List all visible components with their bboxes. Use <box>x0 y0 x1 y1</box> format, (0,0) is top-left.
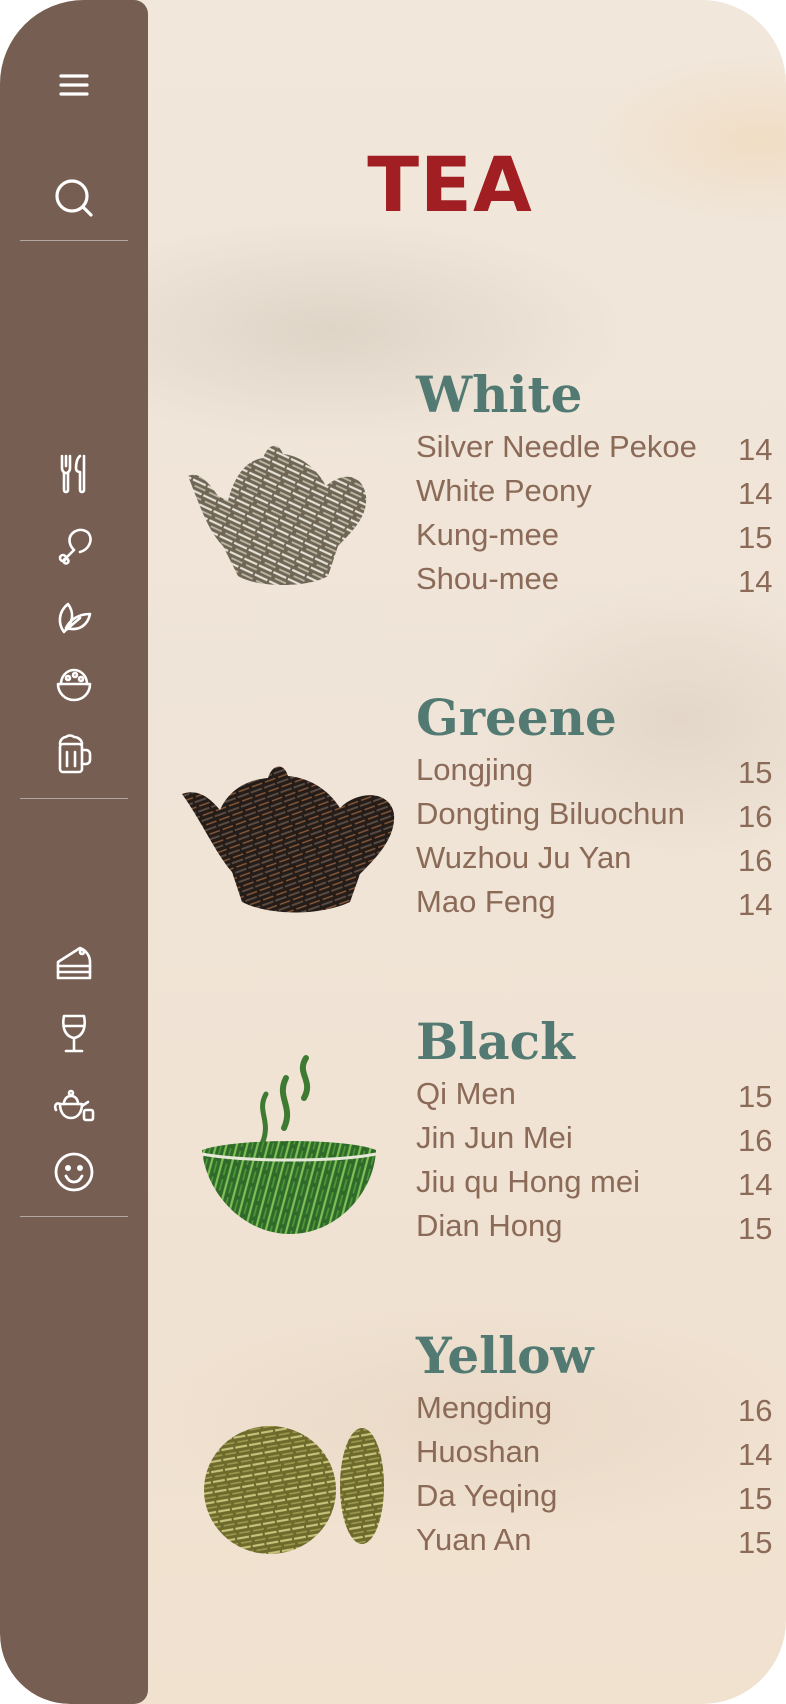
section-heading: Black <box>416 1012 575 1071</box>
menu-item[interactable]: Yuan An 15 <box>416 1518 786 1562</box>
menu-section-yellow: Yellow Mengding 16 Huoshan 14 Da Yeqing 15 … <box>416 1326 786 1562</box>
item-price: 15 <box>738 1481 773 1516</box>
item-name: Jin Jun Mei <box>416 1120 573 1155</box>
menu-item[interactable]: Qi Men 15 <box>416 1072 786 1116</box>
menu-item[interactable]: Dian Hong 15 <box>416 1204 786 1248</box>
rice-bowl-icon[interactable] <box>44 656 104 712</box>
item-name: Mao Feng <box>416 884 556 919</box>
menu-item[interactable]: Jiu qu Hong mei 14 <box>416 1160 786 1204</box>
item-price: 16 <box>738 1393 773 1428</box>
menu-item[interactable]: Longjing 15 <box>416 748 786 792</box>
item-price: 14 <box>738 564 773 599</box>
item-name: Wuzhou Ju Yan <box>416 840 632 875</box>
item-price: 14 <box>738 432 773 467</box>
item-name: Yuan An <box>416 1522 532 1557</box>
item-name: Dongting Biluochun <box>416 796 685 831</box>
app-screen: TEA White Silver Needle Pekoe 14 White P… <box>0 0 786 1704</box>
sidebar-divider <box>20 798 128 799</box>
beer-mug-icon[interactable] <box>44 726 104 782</box>
item-name: Shou-mee <box>416 561 560 596</box>
search-icon[interactable] <box>44 170 104 226</box>
menu-item[interactable]: Shou-mee 14 <box>416 557 786 601</box>
item-name: Jiu qu Hong mei <box>416 1164 641 1199</box>
item-name: White Peony <box>416 473 592 508</box>
item-name: Longjing <box>416 752 534 787</box>
sidebar-divider <box>20 240 128 241</box>
item-price: 15 <box>738 520 773 555</box>
cake-icon[interactable] <box>44 934 104 990</box>
menu-item[interactable]: Mao Feng 14 <box>416 880 786 924</box>
menu-item[interactable]: Kung-mee 15 <box>416 513 786 557</box>
green-tea-teapot-image <box>182 766 395 913</box>
menu-item[interactable]: Wuzhou Ju Yan 16 <box>416 836 786 880</box>
item-name: Da Yeqing <box>416 1478 558 1513</box>
section-heading: Greene <box>416 688 617 747</box>
sidebar <box>0 0 148 1704</box>
item-price: 16 <box>738 843 773 878</box>
teapot-icon[interactable] <box>44 1076 104 1132</box>
item-name: Kung-mee <box>416 517 560 552</box>
item-price: 15 <box>738 1079 773 1114</box>
menu-icon[interactable] <box>44 58 104 114</box>
menu-item[interactable]: Huoshan 14 <box>416 1430 786 1474</box>
leaf-icon[interactable] <box>44 586 104 642</box>
item-price: 16 <box>738 799 773 834</box>
wine-glass-icon[interactable] <box>44 1006 104 1062</box>
item-name: Dian Hong <box>416 1208 563 1243</box>
item-name: Qi Men <box>416 1076 516 1111</box>
menu-item[interactable]: Silver Needle Pekoe 14 <box>416 425 786 469</box>
menu-item[interactable]: Mengding 16 <box>416 1386 786 1430</box>
page-title: TEA <box>367 140 533 229</box>
item-price: 15 <box>738 755 773 790</box>
white-tea-teapot-image <box>188 445 367 585</box>
yellow-tea-leaves-image <box>204 1426 384 1554</box>
item-price: 14 <box>738 1437 773 1472</box>
item-price: 15 <box>738 1211 773 1246</box>
menu-item[interactable]: Da Yeqing 15 <box>416 1474 786 1518</box>
item-name: Mengding <box>416 1390 553 1425</box>
menu-item[interactable]: Dongting Biluochun 16 <box>416 792 786 836</box>
section-heading: Yellow <box>416 1326 594 1385</box>
item-name: Huoshan <box>416 1434 541 1469</box>
fork-knife-icon[interactable] <box>44 446 104 502</box>
menu-section-greene: Greene Longjing 15 Dongting Biluochun 16 W… <box>416 688 786 924</box>
menu-section-white: White Silver Needle Pekoe 14 White Peony 1… <box>416 365 786 601</box>
menu-section-black: Black Qi Men 15 Jin Jun Mei 16 Jiu qu Hong… <box>416 1012 786 1248</box>
section-heading: White <box>416 365 583 424</box>
item-price: 16 <box>738 1123 773 1158</box>
item-price: 15 <box>738 1525 773 1560</box>
smiley-icon[interactable] <box>44 1144 104 1200</box>
item-name: Silver Needle Pekoe <box>416 429 697 464</box>
item-price: 14 <box>738 476 773 511</box>
menu-item[interactable]: White Peony 14 <box>416 469 786 513</box>
black-tea-bowl-image <box>201 1055 377 1234</box>
sidebar-divider <box>20 1216 128 1217</box>
menu-item[interactable]: Jin Jun Mei 16 <box>416 1116 786 1160</box>
item-price: 14 <box>738 887 773 922</box>
drumstick-icon[interactable] <box>44 516 104 572</box>
item-price: 14 <box>738 1167 773 1202</box>
